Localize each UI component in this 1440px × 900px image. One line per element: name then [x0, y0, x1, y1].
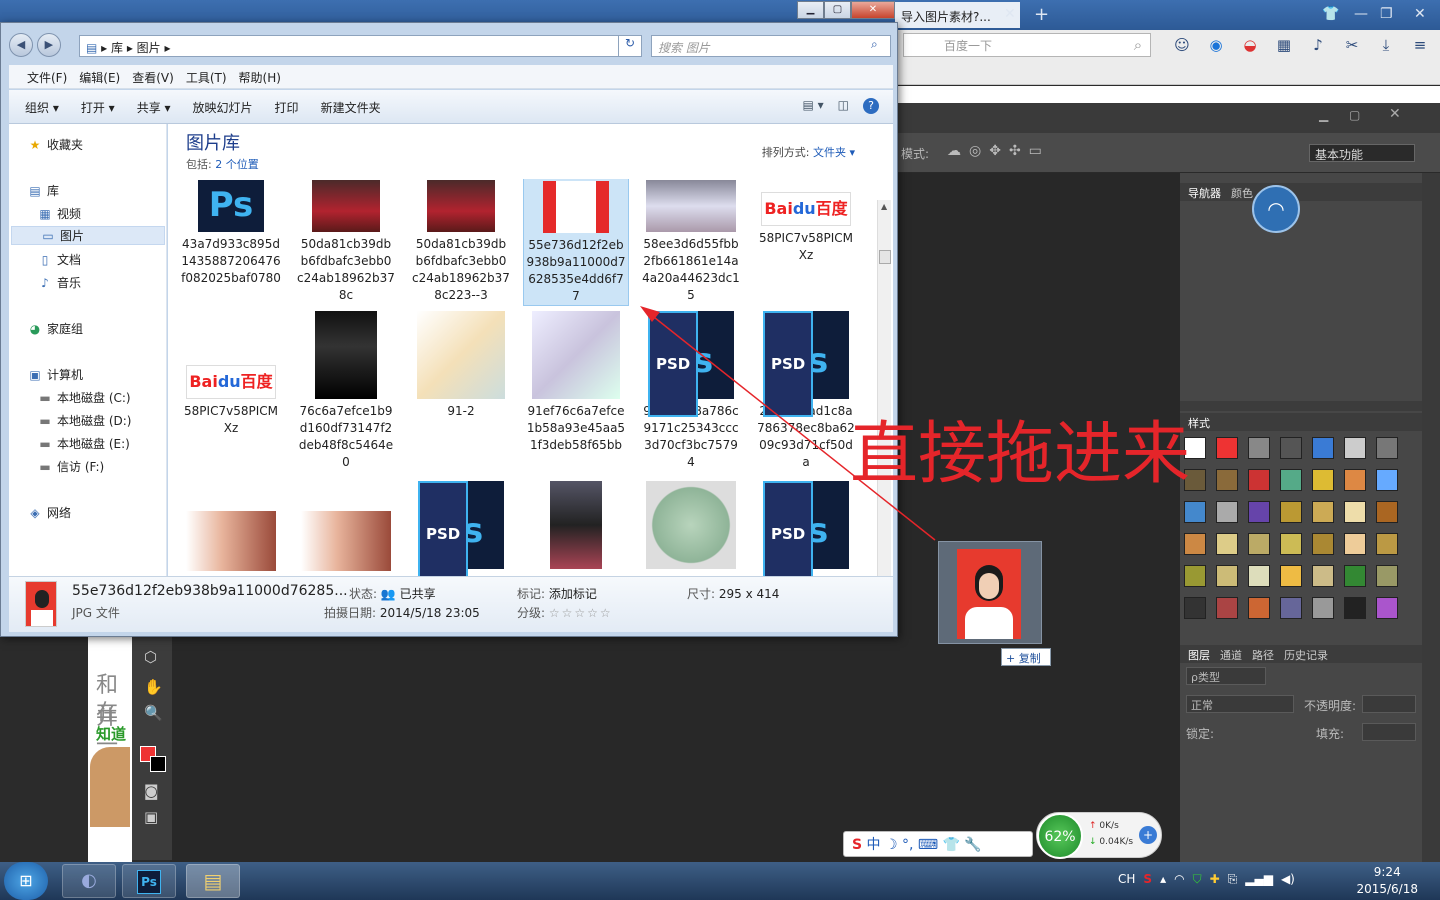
- usb-icon[interactable]: ⎘: [1228, 872, 1238, 887]
- upload-icon: ↑: [1089, 821, 1097, 831]
- taskbar: ⊞ ◐ Ps ▤ CH S ▴ ◠ ⛉ ✚ ⎘ ▂▄▆ ◀) 9:24 2015…: [0, 862, 1440, 900]
- ime-toolbar[interactable]: S 中 ☽ °, ⌨ 👕 🔧: [843, 831, 1033, 857]
- browser-icon: ◐: [81, 870, 97, 891]
- signal-icon[interactable]: ▂▄▆: [1245, 872, 1273, 887]
- drag-arrow: [640, 306, 936, 541]
- taskbar-browser[interactable]: ◐: [62, 864, 116, 898]
- tray-expand-icon[interactable]: ▴: [1160, 872, 1166, 887]
- clock-time: 9:24: [1373, 865, 1401, 879]
- copy-tooltip: + 复制: [1001, 648, 1051, 666]
- ime-options[interactable]: 中 ☽ °, ⌨ 👕 🔧: [867, 837, 982, 853]
- taskbar-photoshop[interactable]: Ps: [122, 864, 176, 898]
- wifi-tray-icon[interactable]: ◠: [1174, 872, 1184, 887]
- photoshop-icon: Ps: [137, 870, 161, 894]
- download-icon: ↓: [1089, 837, 1097, 847]
- drag-ghost-thumbnail: [938, 541, 1042, 644]
- upload-speed: 0K/s: [1099, 821, 1119, 831]
- clock-date: 2015/6/18: [1356, 882, 1418, 896]
- annotation-text: 直接拖进来: [850, 415, 1191, 494]
- taskbar-explorer[interactable]: ▤: [186, 864, 240, 898]
- system-tray: CH S ▴ ◠ ⛉ ✚ ⎘ ▂▄▆ ◀): [1118, 872, 1295, 887]
- security-icon[interactable]: ✚: [1210, 872, 1220, 887]
- sogou-icon[interactable]: S: [852, 837, 862, 853]
- volume-icon[interactable]: ◀): [1281, 872, 1295, 887]
- clock[interactable]: 9:24 2015/6/18: [1356, 864, 1418, 898]
- download-speed: 0.04K/s: [1099, 837, 1134, 847]
- shield-icon[interactable]: ⛉: [1193, 872, 1202, 887]
- network-monitor[interactable]: 62% ↑ 0K/s ↓ 0.04K/s +: [1036, 812, 1162, 859]
- cpu-usage: 62%: [1037, 813, 1083, 859]
- id-photo: [957, 549, 1021, 639]
- start-button[interactable]: ⊞: [4, 862, 48, 900]
- folder-icon: ▤: [203, 869, 223, 893]
- sogou-tray-icon[interactable]: S: [1143, 872, 1152, 887]
- language-indicator[interactable]: CH: [1118, 872, 1135, 887]
- add-icon[interactable]: +: [1139, 826, 1157, 844]
